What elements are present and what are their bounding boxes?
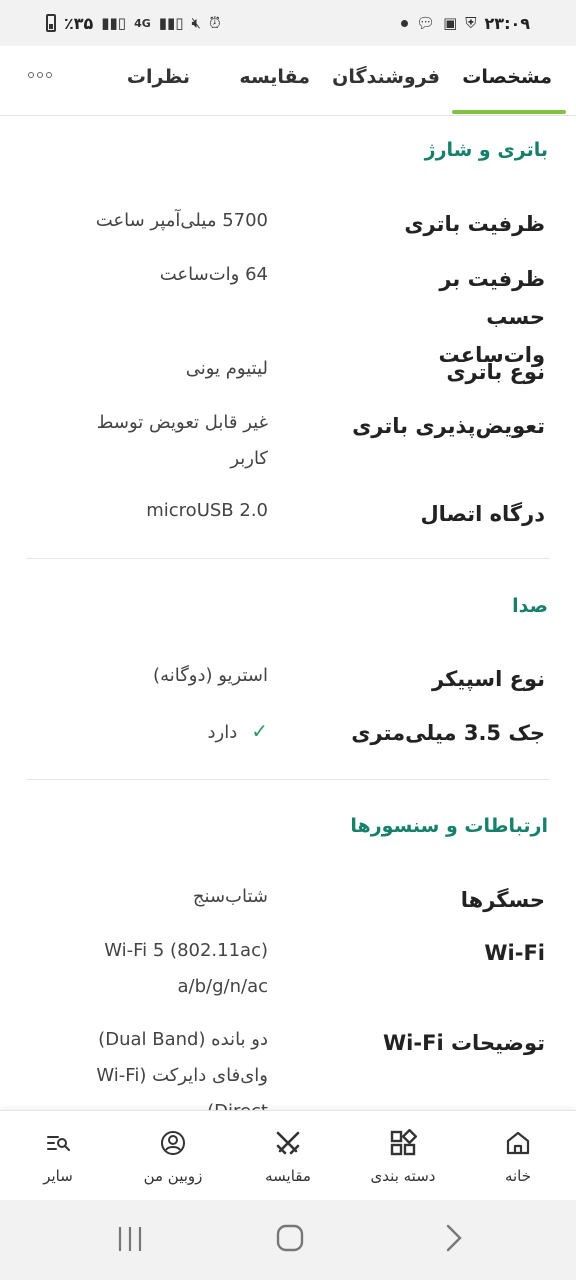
network-type: 4G bbox=[134, 16, 151, 30]
spec-value: غیر قابل تعویض توسط کاربر bbox=[96, 412, 268, 469]
spec-label: توضیحات Wi-Fi bbox=[383, 1031, 545, 1055]
home-button-icon[interactable] bbox=[274, 1222, 306, 1254]
nav-label: مقایسه bbox=[265, 1167, 311, 1185]
section-divider bbox=[26, 779, 550, 780]
spec-value: microUSB 2.0 bbox=[146, 500, 268, 521]
active-tab-indicator bbox=[452, 110, 566, 114]
home-icon bbox=[506, 1131, 530, 1155]
spec-label: حسگرها bbox=[460, 888, 545, 912]
spec-label: درگاه اتصال bbox=[420, 502, 545, 526]
battery-percent: ٪۳۵ bbox=[64, 13, 94, 33]
notification-dot-icon bbox=[401, 19, 409, 27]
tab-specs[interactable]: مشخصات bbox=[462, 66, 552, 88]
section-title-connectivity: ارتباطات و سنسورها bbox=[350, 815, 548, 837]
back-icon[interactable] bbox=[438, 1222, 468, 1254]
spec-label: نوع اسپیکر bbox=[432, 667, 545, 691]
category-grid-icon bbox=[390, 1129, 417, 1156]
mute-icon: 🔇︎ bbox=[191, 14, 201, 32]
tab-bar: مشخصات فروشندگان مقایسه نظرات bbox=[0, 46, 576, 116]
signal-2-icon: ▮▮▯ bbox=[158, 14, 184, 32]
spec-label: Wi-Fi bbox=[484, 941, 545, 965]
system-navigation bbox=[0, 1200, 576, 1280]
nav-label: دسته بندی bbox=[370, 1167, 436, 1185]
status-right: 💬︎ ▣ ⛨ ۲۳:۰۹ bbox=[401, 14, 530, 33]
section-title-sound: صدا bbox=[512, 595, 548, 617]
gallery-icon: ▣ bbox=[443, 14, 458, 32]
spec-value: 5700 میلی‌آمپر ساعت bbox=[95, 210, 268, 231]
shield-icon: ⛨ bbox=[465, 14, 477, 32]
status-bar: ٪۳۵ ▮▮▯ 4G ▮▮▯ 🔇︎ ⏰︎ 💬︎ ▣ ⛨ ۲۳:۰۹ bbox=[0, 0, 576, 46]
spec-label: تعویض‌پذیری باتری bbox=[352, 414, 545, 438]
status-left: ٪۳۵ ▮▮▯ 4G ▮▮▯ 🔇︎ ⏰︎ bbox=[46, 14, 221, 33]
spec-value: 64 وات‌ساعت bbox=[159, 264, 268, 285]
nav-my-zoobin[interactable]: زوبین من bbox=[118, 1111, 228, 1201]
spec-value: دارد bbox=[207, 722, 238, 743]
compare-swords-icon bbox=[276, 1131, 300, 1155]
nav-label: سایر bbox=[43, 1167, 73, 1185]
status-time: ۲۳:۰۹ bbox=[484, 13, 530, 33]
spec-value: استریو (دوگانه) bbox=[153, 665, 268, 686]
nav-other[interactable]: سایر bbox=[3, 1111, 113, 1201]
recent-apps-icon[interactable] bbox=[114, 1224, 148, 1254]
more-tabs-icon[interactable] bbox=[28, 72, 52, 78]
message-icon: 💬︎ bbox=[416, 14, 436, 32]
spec-label: نوع باتری bbox=[446, 360, 545, 384]
alarm-icon: ⏰︎ bbox=[208, 14, 221, 32]
section-title-battery: باتری و شارژ bbox=[424, 139, 548, 161]
signal-icon: ▮▮▯ bbox=[101, 14, 127, 32]
nav-home[interactable]: خانه bbox=[463, 1111, 573, 1201]
spec-value: Wi-Fi 5 (802.11ac) a/b/g/n/ac bbox=[104, 940, 268, 997]
user-circle-icon bbox=[161, 1131, 185, 1155]
tab-compare[interactable]: مقایسه bbox=[239, 66, 310, 88]
section-divider bbox=[26, 558, 550, 559]
spec-label: ظرفیت باتری bbox=[404, 212, 545, 236]
nav-compare[interactable]: مقایسه bbox=[233, 1111, 343, 1201]
spec-value: لیتیوم یونی bbox=[185, 358, 268, 379]
spec-value-with-check: ✓ دارد bbox=[58, 713, 269, 751]
specs-content[interactable]: باتری و شارژ ظرفیت باتری 5700 میلی‌آمپر … bbox=[0, 117, 576, 1110]
nav-categories[interactable]: دسته بندی bbox=[348, 1111, 458, 1201]
more-list-search-icon bbox=[47, 1136, 70, 1151]
nav-label: زوبین من bbox=[143, 1167, 203, 1185]
battery-icon bbox=[46, 14, 56, 32]
spec-value: دو بانده (Dual Band) وای‌فای دایرکت (Wi-… bbox=[96, 1029, 268, 1110]
bottom-navigation: خانه دسته بندی مقایسه زوبین من سایر bbox=[0, 1110, 576, 1200]
tab-sellers[interactable]: فروشندگان bbox=[332, 66, 440, 88]
spec-label: جک 3.5 میلی‌متری bbox=[351, 721, 545, 745]
spec-value: شتاب‌سنج bbox=[192, 886, 268, 907]
tab-reviews[interactable]: نظرات bbox=[127, 66, 190, 88]
nav-label: خانه bbox=[504, 1167, 532, 1185]
check-icon: ✓ bbox=[251, 719, 268, 743]
